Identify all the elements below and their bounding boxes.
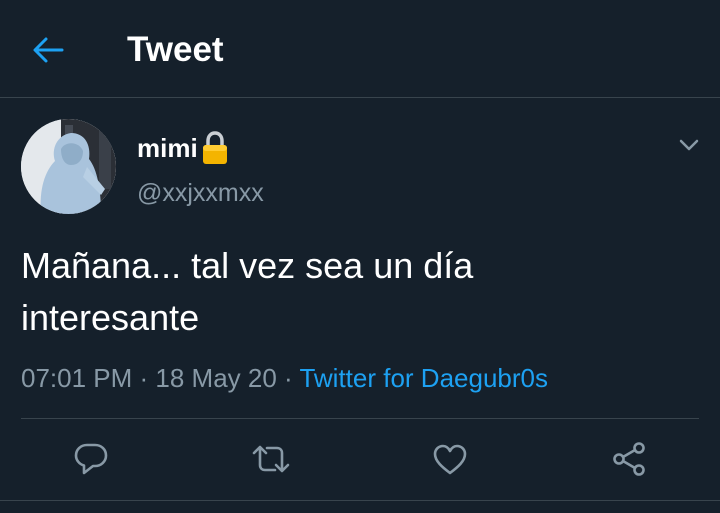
meta-separator: · (276, 363, 300, 393)
display-name-row: mimi (137, 130, 229, 166)
retweet-icon (252, 445, 290, 473)
share-icon (613, 442, 645, 476)
tweet-metadata: 07:01 PM · 18 May 20 · Twitter for Daegu… (21, 360, 548, 396)
top-app-bar: Tweet (0, 0, 720, 98)
tweet-time: 07:01 PM (21, 363, 133, 393)
tweet-text-line: Mañana... tal vez sea un día (21, 245, 474, 286)
tweet-actions-bar (0, 419, 720, 500)
tweet-text-line: interesante (21, 297, 200, 338)
avatar[interactable] (21, 119, 116, 214)
more-options-button[interactable] (674, 130, 704, 160)
reply-icon (74, 443, 108, 475)
user-handle[interactable]: @xxjxxmxx (137, 176, 264, 210)
display-name[interactable]: mimi (137, 130, 198, 166)
tweet-date: 18 May 20 (155, 363, 277, 393)
reply-button[interactable] (71, 439, 111, 479)
like-button[interactable] (430, 439, 470, 479)
meta-separator: · (132, 363, 156, 393)
share-button[interactable] (609, 439, 649, 479)
page-title: Tweet (127, 30, 224, 69)
heart-icon (433, 444, 467, 475)
back-button[interactable] (28, 30, 68, 70)
tweet-text: Mañana... tal vez sea un día interesante (21, 240, 691, 344)
retweet-button[interactable] (251, 439, 291, 479)
chevron-down-icon (679, 139, 699, 151)
avatar-image (21, 119, 116, 214)
arrow-left-icon (33, 37, 64, 63)
tweet-source-link[interactable]: Twitter for Daegubr0s (299, 363, 548, 393)
tweet-detail-screen: Tweet mimi @xxjxxmxx Mañana... tal vez s… (0, 0, 720, 513)
lock-icon (201, 131, 229, 165)
divider (0, 500, 720, 501)
